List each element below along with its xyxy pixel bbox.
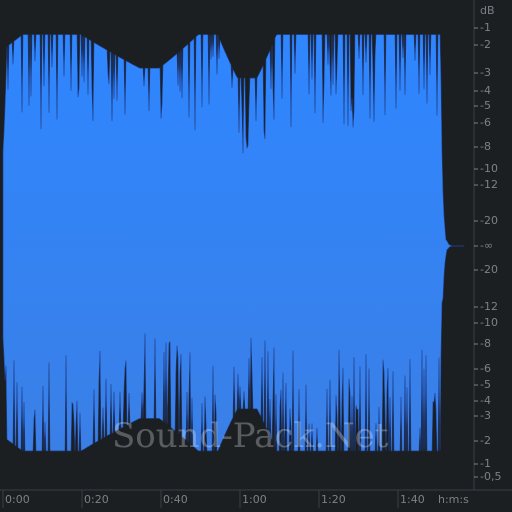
db-tick-label: -3 (480, 66, 491, 79)
time-tick-label: 0:00 (5, 493, 30, 506)
time-unit-label: h:m:s (438, 493, 469, 506)
db-tick-label: -1 (480, 457, 491, 470)
db-tick-label: -5 (480, 378, 491, 391)
db-tick-label: -2 (480, 434, 491, 447)
time-tick-label: 1:40 (400, 493, 425, 506)
time-tick-label: 1:00 (242, 493, 267, 506)
waveform-area (2, 34, 465, 452)
db-tick-label: -20 (480, 263, 498, 276)
db-tick-label: -8 (480, 337, 491, 350)
db-tick-label: -5 (480, 99, 491, 112)
db-tick-label: -2 (480, 38, 491, 51)
db-tick-label: -12 (480, 300, 498, 313)
db-tick-label: -12 (480, 178, 498, 191)
db-tick-label: -8 (480, 140, 491, 153)
time-tick-label: 0:40 (163, 493, 188, 506)
waveform-editor: dB -1 -2 -3 -4 -5 -6 -8 -10 -12 -20 -∞ -20 -12 -10 -8… (0, 0, 512, 512)
db-tick-label: -6 (480, 362, 491, 375)
db-tick-label: -4 (480, 84, 491, 97)
time-tick-label: 1:20 (321, 493, 346, 506)
db-tick-label: -1 (480, 21, 491, 34)
time-tick-label: 0:20 (84, 493, 109, 506)
db-tick-label: -0,5 (480, 470, 502, 483)
db-tick-label: -4 (480, 394, 491, 407)
db-unit-label: dB (480, 4, 495, 17)
db-tick-label: -20 (480, 214, 498, 227)
db-tick-label: -3 (480, 409, 491, 422)
db-tick-label: -10 (480, 162, 498, 175)
db-tick-label: -6 (480, 116, 491, 129)
watermark: Sound-Pack.Net (112, 416, 389, 456)
db-tick-label: -∞ (480, 239, 494, 252)
db-tick-label: -10 (480, 316, 498, 329)
